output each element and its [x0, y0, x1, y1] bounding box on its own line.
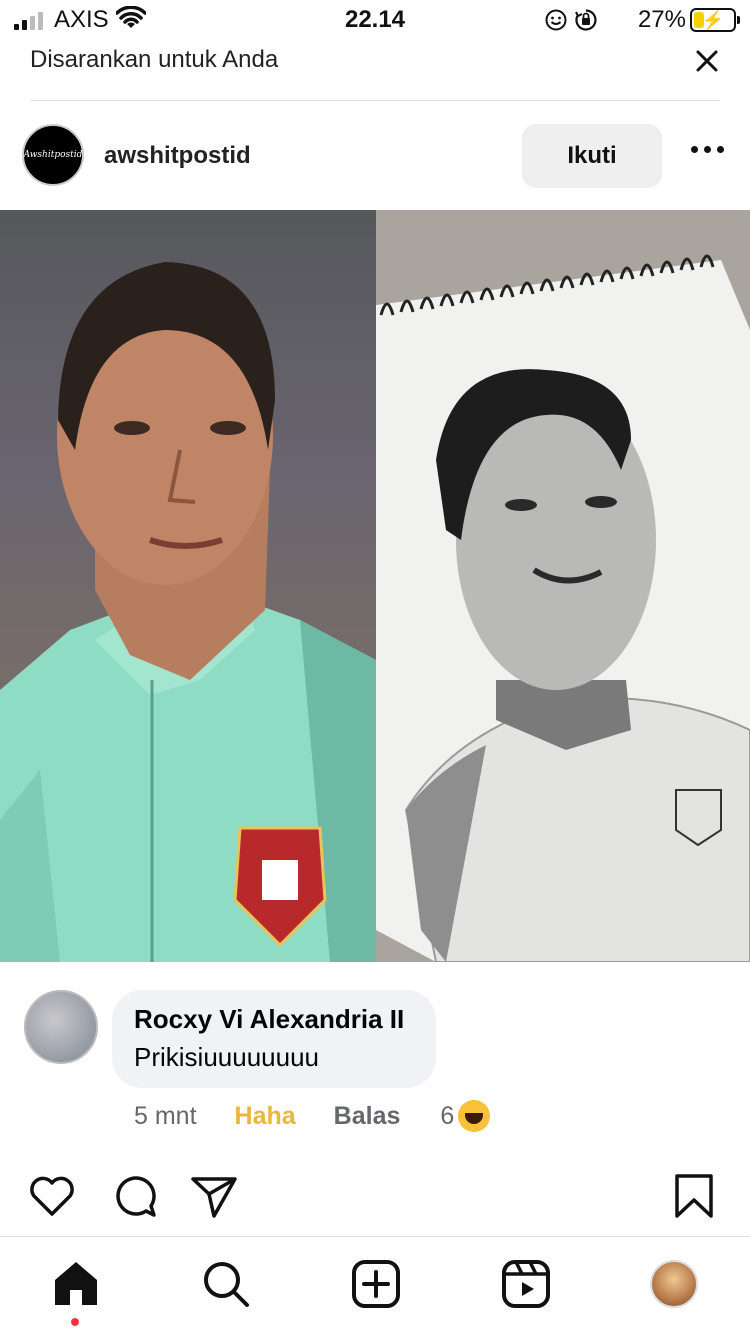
reaction-count: 6: [440, 1101, 455, 1130]
comment-time: 5 mnt: [134, 1101, 197, 1130]
tabbar-divider: [0, 1236, 750, 1237]
rotation-lock-icon: [575, 9, 597, 31]
commenter-name: Rocxy Vi Alexandria II: [134, 1004, 405, 1034]
battery-icon: ⚡: [690, 8, 740, 32]
comment-meta: 5 mnt Haha Balas 6: [134, 1100, 491, 1132]
footballer-photo: [0, 262, 376, 962]
suggested-title: Disarankan untuk Anda: [30, 46, 279, 73]
smiley-icon: [545, 9, 567, 31]
avatar-logo-text: Awshitpostid: [23, 150, 83, 160]
share-icon[interactable]: [188, 1170, 240, 1222]
suggested-header: Disarankan untuk Anda: [0, 40, 750, 102]
heart-icon[interactable]: [26, 1170, 78, 1222]
home-icon[interactable]: [50, 1258, 102, 1310]
close-icon[interactable]: [692, 46, 722, 76]
charging-bolt-icon: ⚡: [701, 10, 725, 30]
battery-percent: 27%: [637, 6, 686, 33]
photo-right-panel: [376, 210, 750, 962]
notification-dot: [71, 1318, 79, 1326]
post-username[interactable]: awshitpostid: [104, 142, 251, 170]
post-image[interactable]: [0, 210, 750, 962]
comment-bubble: Rocxy Vi Alexandria II Prikisiuuuuuuuu: [112, 990, 436, 1088]
bookmark-icon[interactable]: [668, 1170, 720, 1222]
comment-icon[interactable]: [108, 1170, 160, 1222]
header-divider: [30, 100, 720, 101]
photo-left-panel: [0, 210, 376, 962]
pencil-sketch: [376, 210, 750, 962]
follow-button[interactable]: Ikuti: [522, 124, 662, 188]
post-actions: [0, 1170, 750, 1226]
bottom-tab-bar: [0, 1238, 750, 1334]
reels-icon[interactable]: [500, 1258, 552, 1310]
search-icon[interactable]: [200, 1258, 252, 1310]
post-header: Awshitpostid awshitpostid Ikuti: [0, 110, 750, 206]
commenter-avatar: [24, 990, 98, 1064]
account-avatar[interactable]: Awshitpostid: [22, 124, 84, 186]
profile-avatar[interactable]: [650, 1260, 698, 1308]
create-icon[interactable]: [350, 1258, 402, 1310]
comment-reaction-label: Haha: [234, 1101, 296, 1130]
more-options-icon[interactable]: [691, 146, 724, 153]
status-bar: AXIS 22.14 27% ⚡: [0, 0, 750, 40]
comment-text: Prikisiuuuuuuuu: [134, 1042, 320, 1072]
laughing-emoji-icon: [458, 1100, 491, 1132]
comment-reply-label: Balas: [333, 1101, 401, 1130]
